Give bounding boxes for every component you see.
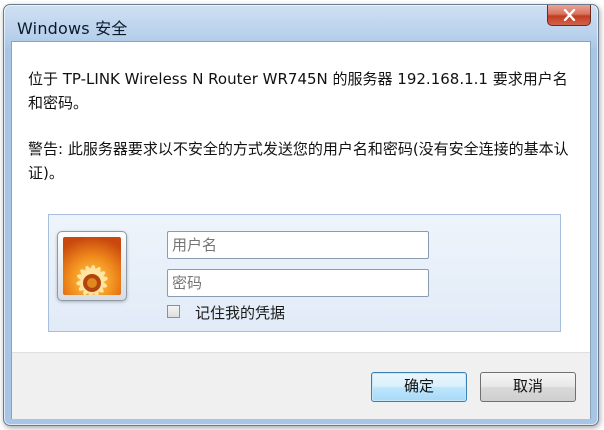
security-dialog: Windows 安全 位于 TP-LINK Wireless N Router … — [3, 4, 599, 426]
cancel-button[interactable]: 取消 — [480, 372, 576, 402]
remember-label[interactable]: 记住我的凭据 — [195, 302, 285, 323]
user-avatar — [57, 231, 127, 301]
remember-checkbox[interactable] — [167, 305, 180, 318]
warning-message: 警告: 此服务器要求以不安全的方式发送您的用户名和密码(没有安全连接的基本认证)… — [28, 140, 569, 182]
dialog-content: 位于 TP-LINK Wireless N Router WR745N 的服务器… — [11, 41, 591, 419]
server-message: 位于 TP-LINK Wireless N Router WR745N 的服务器… — [28, 70, 568, 112]
credential-panel: 记住我的凭据 — [48, 214, 561, 332]
ok-button[interactable]: 确定 — [371, 372, 467, 402]
close-button[interactable] — [547, 5, 591, 26]
password-input[interactable] — [167, 269, 429, 297]
title-bar[interactable]: Windows 安全 — [4, 5, 598, 45]
close-icon — [563, 9, 576, 21]
user-avatar-flower-icon — [63, 237, 121, 295]
button-bar: 确定 取消 — [12, 352, 590, 419]
username-input[interactable] — [167, 231, 429, 259]
window-title: Windows 安全 — [17, 19, 128, 38]
